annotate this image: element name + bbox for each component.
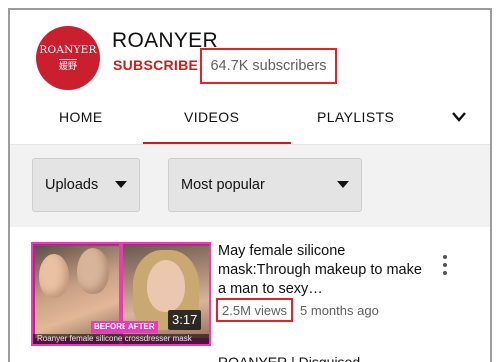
avatar-logo-subtext: 媛野 — [58, 58, 77, 71]
channel-tabs: HOME VIDEOS PLAYLISTS — [10, 100, 490, 144]
filter-bar: Uploads Most popular — [10, 145, 490, 227]
channel-avatar[interactable]: ROANYER 媛野 — [36, 26, 100, 90]
caret-down-icon — [115, 181, 127, 188]
thumbnail-caption: Roanyer female silicone crossdresser mas… — [33, 334, 209, 344]
video-list-item[interactable]: BEFORE AFTER Roanyer female silicone cro… — [10, 228, 490, 362]
caret-down-icon — [337, 181, 349, 188]
thumbnail-after-tag: AFTER — [125, 321, 158, 333]
tab-home[interactable]: HOME — [59, 109, 103, 125]
more-vert-icon[interactable] — [440, 255, 450, 279]
video-meta: 2.5M views 5 months ago — [216, 298, 379, 322]
video-duration: 3:17 — [168, 310, 202, 330]
uploads-dropdown-label: Uploads — [45, 177, 99, 193]
chevron-down-icon[interactable] — [451, 111, 467, 123]
video-thumbnail[interactable]: BEFORE AFTER Roanyer female silicone cro… — [31, 242, 211, 346]
view-count: 2.5M views — [222, 302, 288, 318]
subscriber-count-highlight: 64.7K subscribers — [200, 48, 337, 84]
tab-playlists[interactable]: PLAYLISTS — [317, 109, 394, 125]
upload-age: 5 months ago — [300, 302, 379, 318]
thumbnail-mask-shape — [39, 254, 69, 298]
subscribe-button[interactable]: SUBSCRIBE — [113, 57, 198, 73]
subscriber-count: 64.7K subscribers — [210, 58, 327, 74]
view-count-highlight: 2.5M views — [216, 298, 294, 322]
next-video-title[interactable]: ROANYER | Disguised — [218, 354, 360, 362]
uploads-dropdown[interactable]: Uploads — [32, 158, 140, 212]
video-title[interactable]: May female silicone mask:Through makeup … — [218, 242, 428, 299]
sort-dropdown-label: Most popular — [181, 177, 265, 193]
thumbnail-after-face-shape — [147, 260, 185, 312]
thumbnail-face-shape — [77, 248, 109, 294]
tab-videos[interactable]: VIDEOS — [184, 109, 239, 125]
sort-dropdown[interactable]: Most popular — [168, 158, 362, 212]
avatar-logo-text: ROANYER — [39, 44, 97, 57]
